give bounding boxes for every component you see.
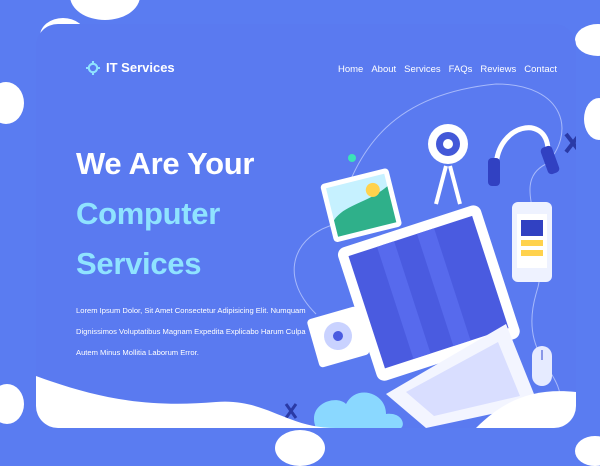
- corner-blob-bottom-right: [575, 436, 600, 466]
- smartphone-icon: [512, 202, 552, 282]
- gear-icon: [86, 60, 100, 75]
- webcam-icon: [428, 124, 468, 205]
- corner-blob-top: [70, 0, 140, 20]
- headphones-icon: [488, 125, 560, 186]
- nav-services[interactable]: Services: [404, 64, 440, 75]
- main-nav: Home About Services FAQs Reviews Contact: [338, 64, 557, 75]
- corner-blob-top-right: [575, 24, 600, 56]
- brand-name: IT Services: [106, 60, 175, 75]
- hero-heading-line2: Computer: [76, 196, 220, 231]
- bottom-wave: [36, 376, 576, 428]
- corner-blob-left: [0, 82, 24, 124]
- nav-reviews[interactable]: Reviews: [480, 64, 516, 75]
- brand-logo[interactable]: IT Services: [86, 60, 175, 75]
- nav-home[interactable]: Home: [338, 64, 363, 75]
- hero-description: Lorem Ipsum Dolor, Sit Amet Consectetur …: [76, 306, 306, 357]
- cross-accent-icon: [564, 132, 576, 154]
- nav-about[interactable]: About: [371, 64, 396, 75]
- picture-frame-icon: [320, 168, 402, 242]
- corner-blob-bottom: [275, 430, 325, 466]
- dot-accent: [348, 154, 356, 162]
- hero-heading-line1: We Are Your: [76, 146, 255, 181]
- nav-contact[interactable]: Contact: [524, 64, 557, 75]
- corner-blob-bottom-left: [0, 384, 24, 424]
- nav-faqs[interactable]: FAQs: [449, 64, 473, 75]
- landing-page: IT Services Home About Services FAQs Rev…: [36, 24, 576, 428]
- hero-heading-line3: Services: [76, 246, 202, 281]
- corner-blob-right: [584, 98, 600, 140]
